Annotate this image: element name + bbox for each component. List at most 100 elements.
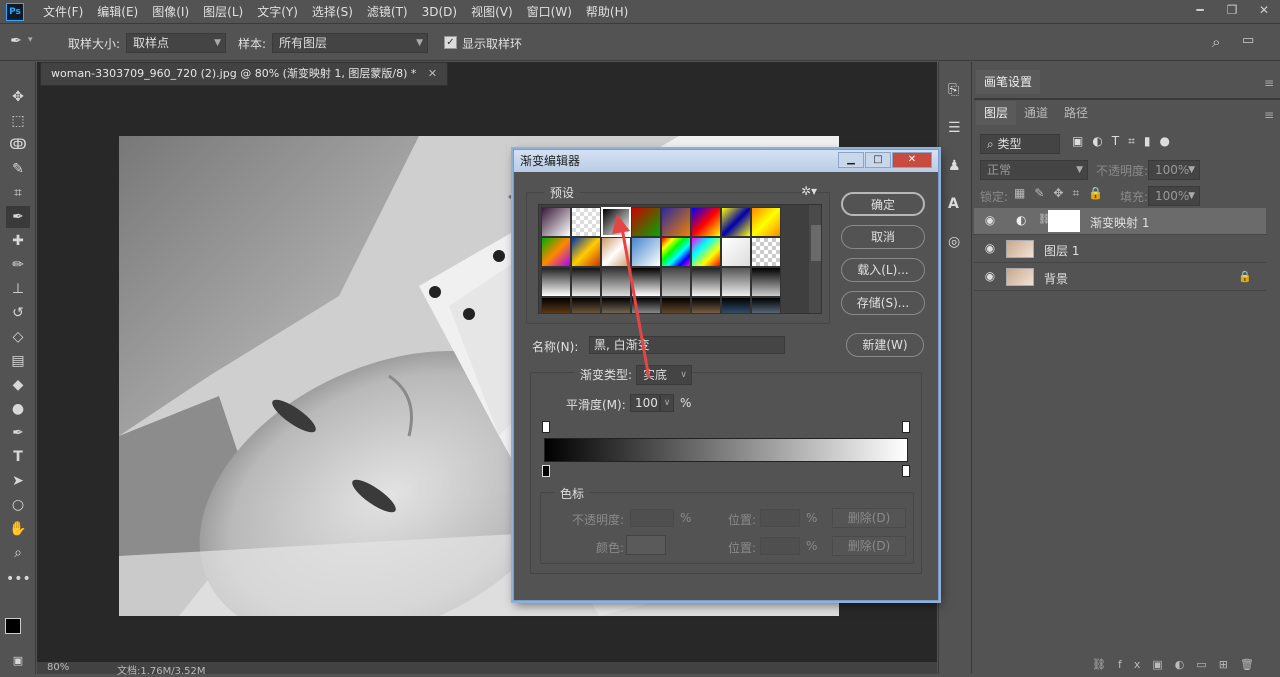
document-tab[interactable]: woman-3303709_960_720 (2).jpg @ 80% (渐变映… — [40, 62, 449, 86]
type-tool-icon[interactable]: T — [6, 446, 30, 468]
history-icon[interactable]: ⎘ — [948, 82, 959, 98]
tab-channels[interactable]: 通道 — [1016, 101, 1056, 125]
lock-icons[interactable]: ▦✎✥⌗🔒 — [1014, 186, 1112, 201]
eyedropper-tool-icon[interactable]: ✒ — [6, 206, 30, 228]
gradient-preset-swatch[interactable] — [541, 207, 571, 237]
clone-stamp-tool-icon[interactable]: ⊥ — [6, 278, 30, 300]
menu-item[interactable]: 选择(S) — [305, 0, 360, 24]
minimize-icon[interactable]: ▁ — [838, 152, 864, 168]
menu-item[interactable]: 图层(L) — [196, 0, 250, 24]
menu-item[interactable]: 文件(F) — [36, 0, 90, 24]
marquee-tool-icon[interactable]: ⬚ — [6, 110, 30, 132]
opacity-stop-left[interactable] — [542, 421, 550, 433]
lasso-tool-icon[interactable]: ↂ — [6, 134, 30, 156]
layer-row[interactable]: ◉ 图层 1 — [974, 236, 1266, 263]
save-button[interactable]: 存储(S)... — [841, 291, 925, 315]
healing-brush-tool-icon[interactable]: ✚ — [6, 230, 30, 252]
menu-item[interactable]: 图像(I) — [145, 0, 196, 24]
layer-row[interactable]: ◉ ◐ ⛓ 渐变映射 1 — [974, 208, 1266, 235]
gradient-preset-swatch[interactable] — [661, 267, 691, 297]
tab-paths[interactable]: 路径 — [1056, 101, 1096, 125]
libraries-icon[interactable]: ◎ — [948, 234, 960, 250]
sample-size-select[interactable]: 取样点 ▼ — [126, 33, 226, 53]
gradient-preset-swatch[interactable] — [661, 237, 691, 267]
gradient-type-select[interactable]: 实底 ∨ — [636, 365, 692, 385]
close-icon[interactable]: ✕ — [892, 152, 932, 168]
gradient-preset-swatch[interactable] — [751, 297, 781, 313]
stop-color-position-input[interactable] — [760, 537, 800, 555]
menu-item[interactable]: 帮助(H) — [579, 0, 635, 24]
menu-item[interactable]: 窗口(W) — [520, 0, 579, 24]
gradient-preset-swatch[interactable] — [571, 297, 601, 313]
gradient-preset-swatch[interactable] — [601, 237, 631, 267]
gradient-tool-icon[interactable]: ▤ — [6, 350, 30, 372]
crop-tool-icon[interactable]: ⌗ — [6, 182, 30, 204]
ellipse-tool-icon[interactable]: ○ — [6, 494, 30, 516]
stop-opacity-position-input[interactable] — [760, 509, 800, 527]
close-icon[interactable]: ✕ — [428, 67, 437, 80]
gradient-preset-swatch[interactable] — [691, 207, 721, 237]
delete-opacity-stop-button[interactable]: 删除(D) — [832, 508, 906, 528]
stop-color-swatch[interactable] — [626, 535, 666, 555]
gradient-preset-swatch[interactable] — [721, 297, 751, 313]
cancel-button[interactable]: 取消 — [841, 225, 925, 249]
gradient-preset-swatch[interactable] — [601, 207, 631, 237]
gradient-preset-swatch[interactable] — [661, 207, 691, 237]
new-button[interactable]: 新建(W) — [846, 333, 924, 357]
panel-menu-icon[interactable]: ≡ — [1264, 108, 1274, 122]
workspace-icon[interactable]: ▭ — [1242, 33, 1254, 48]
name-input[interactable]: 黑, 白渐变 — [589, 336, 785, 354]
zoom-level[interactable]: 80% — [47, 662, 69, 673]
filter-kind-select[interactable]: ⌕ 类型 — [980, 134, 1060, 154]
search-icon[interactable]: ⌕ — [1212, 33, 1220, 51]
ok-button[interactable]: 确定 — [841, 192, 925, 216]
stop-opacity-input[interactable] — [630, 509, 674, 527]
maximize-icon[interactable]: □ — [865, 152, 891, 168]
delete-color-stop-button[interactable]: 删除(D) — [832, 536, 906, 556]
menu-item[interactable]: 文字(Y) — [250, 0, 305, 24]
gradient-preset-swatch[interactable] — [661, 297, 691, 313]
blend-mode-select[interactable]: 正常 ▼ — [980, 160, 1088, 180]
gradient-preset-swatch[interactable] — [721, 267, 751, 297]
gradient-preset-swatch[interactable] — [751, 207, 781, 237]
gradient-preset-swatch[interactable] — [601, 267, 631, 297]
zoom-tool-icon[interactable]: ⌕ — [6, 542, 30, 564]
opacity-stop-right[interactable] — [902, 421, 910, 433]
hand-tool-icon[interactable]: ✋ — [6, 518, 30, 540]
gradient-preset-swatch[interactable] — [571, 267, 601, 297]
eye-icon[interactable]: ◉ — [982, 213, 998, 229]
gradient-preset-swatch[interactable] — [541, 297, 571, 313]
sample-select[interactable]: 所有图层 ▼ — [272, 33, 428, 53]
gradient-preset-swatch[interactable] — [541, 267, 571, 297]
menu-item[interactable]: 编辑(E) — [90, 0, 145, 24]
eyedropper-tool-preset-icon[interactable]: ✒ — [6, 33, 26, 53]
menu-item[interactable]: 视图(V) — [464, 0, 520, 24]
more-tools-icon[interactable]: ••• — [6, 568, 31, 590]
show-ring-checkbox[interactable]: ✓ — [444, 36, 457, 49]
layer-filter-icons[interactable]: ▣◐T⌗▮● — [1072, 134, 1179, 149]
brush-tool-icon[interactable]: ✏ — [6, 254, 30, 276]
smoothness-input[interactable]: 100 — [630, 394, 660, 412]
layers-footer-icons[interactable]: ⛓fx▣◐▭⊞🗑 — [974, 658, 1280, 674]
people-icon[interactable]: ♟ — [948, 158, 961, 174]
gradient-preset-swatch[interactable] — [631, 267, 661, 297]
restore-icon[interactable]: ❐ — [1216, 0, 1248, 20]
quick-select-tool-icon[interactable]: ✎ — [6, 158, 30, 180]
gradient-preset-swatch[interactable] — [571, 237, 601, 267]
gradient-preset-swatch[interactable] — [601, 297, 631, 313]
blur-tool-icon[interactable]: ◆ — [6, 374, 30, 396]
path-select-tool-icon[interactable]: ➤ — [6, 470, 30, 492]
chevron-down-icon[interactable]: ∨ — [660, 394, 674, 412]
gradient-preset-swatch[interactable] — [691, 297, 721, 313]
gradient-preset-swatch[interactable] — [631, 207, 661, 237]
gradient-preset-swatch[interactable] — [571, 207, 601, 237]
close-icon[interactable]: ✕ — [1248, 0, 1280, 20]
scrollbar[interactable] — [809, 205, 821, 313]
gradient-preview-bar[interactable] — [544, 438, 908, 462]
gradient-preset-swatch[interactable] — [691, 267, 721, 297]
gradient-preset-swatch[interactable] — [751, 237, 781, 267]
menu-item[interactable]: 3D(D) — [415, 0, 464, 24]
gradient-preset-swatch[interactable] — [631, 297, 661, 313]
load-button[interactable]: 载入(L)... — [841, 258, 925, 282]
gear-icon[interactable]: ✲▾ — [801, 184, 817, 198]
